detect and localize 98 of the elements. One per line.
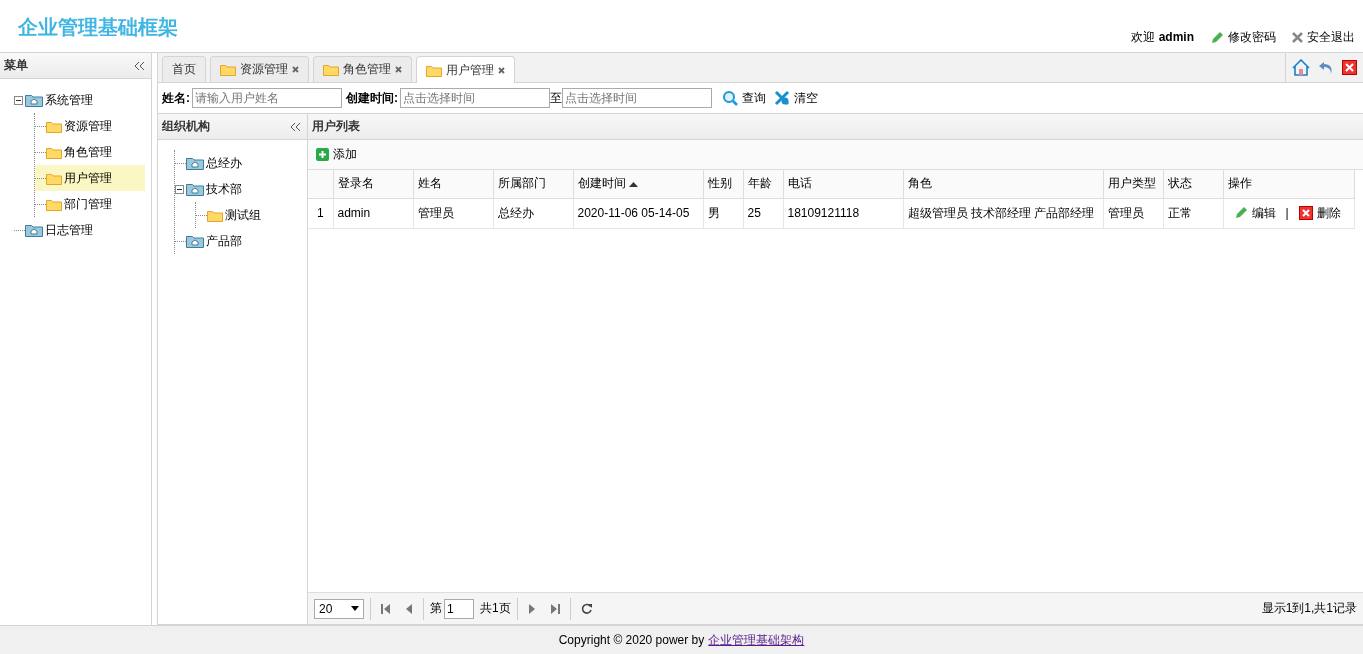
- column-header[interactable]: 姓名: [413, 170, 493, 198]
- name-label: 姓名:: [162, 89, 190, 107]
- clear-button[interactable]: 清空: [770, 89, 822, 107]
- start-time-input[interactable]: 点击选择时间: [400, 88, 550, 108]
- table-cell: 男: [703, 198, 743, 228]
- column-header[interactable]: 操作: [1223, 170, 1354, 198]
- tree-node[interactable]: 资源管理: [35, 113, 145, 139]
- column-header[interactable]: 所属部门: [493, 170, 573, 198]
- node-label[interactable]: 系统管理: [45, 91, 93, 109]
- folder-icon: [25, 93, 43, 107]
- welcome-text: 欢迎 admin: [1131, 29, 1194, 46]
- node-label[interactable]: 产品部: [206, 232, 242, 250]
- home-icon[interactable]: [1292, 59, 1310, 76]
- collapse-icon[interactable]: [290, 121, 301, 132]
- table-cell: 总经办: [493, 198, 573, 228]
- table-cell: 管理员: [413, 198, 493, 228]
- node-label[interactable]: 测试组: [225, 206, 261, 224]
- table-cell: 18109121118: [783, 198, 903, 228]
- collapse-toggle[interactable]: [14, 95, 23, 105]
- page-prefix: 第: [430, 600, 442, 617]
- add-button[interactable]: 添加: [316, 146, 357, 163]
- search-button[interactable]: 查询: [718, 89, 770, 107]
- table-cell: 2020-11-06 05-14-05: [573, 198, 703, 228]
- column-header[interactable]: 性别: [703, 170, 743, 198]
- node-label[interactable]: 用户管理: [64, 169, 112, 187]
- tree-node[interactable]: 部门管理: [35, 191, 145, 217]
- folder-icon: [46, 171, 62, 185]
- column-header[interactable]: 创建时间: [573, 170, 703, 198]
- plus-icon: [316, 148, 329, 161]
- node-label[interactable]: 资源管理: [64, 117, 112, 135]
- node-label[interactable]: 日志管理: [45, 221, 93, 239]
- table-cell: 25: [743, 198, 783, 228]
- column-header[interactable]: 登录名: [333, 170, 413, 198]
- close-icon[interactable]: [498, 66, 505, 74]
- folder-icon: [46, 119, 62, 133]
- close-icon[interactable]: [292, 66, 299, 73]
- folder-icon: [186, 182, 204, 196]
- table-cell: admin: [333, 198, 413, 228]
- copyright-text: Copyright © 2020 power by: [558, 633, 705, 647]
- folder-icon: [426, 63, 442, 77]
- record-summary: 显示1到1,共1记录: [1261, 600, 1357, 617]
- pencil-icon: [1210, 30, 1224, 45]
- table-cell: 正常: [1163, 198, 1223, 228]
- column-header[interactable]: 用户类型: [1103, 170, 1163, 198]
- folder-icon: [207, 208, 223, 222]
- node-label[interactable]: 技术部: [206, 180, 242, 198]
- collapse-icon[interactable]: [134, 60, 145, 71]
- column-header[interactable]: 电话: [783, 170, 903, 198]
- row-number: 1: [308, 198, 333, 228]
- close-icon[interactable]: [1342, 60, 1357, 75]
- tab[interactable]: 首页: [162, 56, 206, 82]
- name-input[interactable]: 请输入用户姓名: [192, 88, 342, 108]
- clear-icon: [774, 90, 790, 106]
- tab[interactable]: 用户管理: [416, 56, 515, 83]
- caret-icon: [351, 606, 359, 611]
- page-size-select[interactable]: 20: [314, 598, 364, 619]
- tab[interactable]: 角色管理: [313, 56, 412, 82]
- node-label[interactable]: 部门管理: [64, 195, 112, 213]
- column-header[interactable]: 状态: [1163, 170, 1223, 198]
- panel-title: 菜单: [4, 57, 28, 74]
- node-label[interactable]: 角色管理: [64, 143, 112, 161]
- node-label[interactable]: 总经办: [206, 154, 242, 172]
- column-header[interactable]: 角色: [903, 170, 1103, 198]
- app-title: 企业管理基础框架: [18, 15, 178, 40]
- collapse-toggle[interactable]: [175, 184, 184, 194]
- tree-node[interactable]: 角色管理: [35, 139, 145, 165]
- footer-link[interactable]: 企业管理基础架构: [708, 631, 805, 649]
- folder-icon: [220, 63, 236, 76]
- close-icon[interactable]: [395, 66, 402, 73]
- change-password-link[interactable]: 修改密码: [1210, 29, 1276, 46]
- folder-icon: [25, 223, 43, 237]
- column-header[interactable]: 年龄: [743, 170, 783, 198]
- pencil-icon: [1233, 206, 1248, 220]
- end-time-input[interactable]: 点击选择时间: [562, 88, 712, 108]
- tab[interactable]: 资源管理: [210, 56, 309, 82]
- table-cell: 超级管理员 技术部经理 产品部经理: [903, 198, 1103, 228]
- search-icon: [722, 90, 738, 106]
- page-count: 共1页: [480, 600, 511, 617]
- tree-node[interactable]: 系统管理: [14, 87, 145, 113]
- action-separator: |: [1285, 206, 1289, 220]
- delete-icon: [1298, 206, 1313, 220]
- folder-icon: [186, 156, 204, 170]
- folder-icon: [46, 197, 62, 211]
- range-separator: 至: [550, 89, 562, 107]
- delete-button[interactable]: 删除: [1298, 204, 1341, 222]
- folder-icon: [323, 63, 339, 76]
- panel-title: 用户列表: [312, 118, 360, 135]
- edit-button[interactable]: 编辑: [1233, 204, 1276, 222]
- time-label: 创建时间:: [346, 89, 398, 107]
- tree-node[interactable]: 日志管理: [14, 217, 145, 243]
- page-input[interactable]: 1: [444, 598, 474, 619]
- tree-node[interactable]: 用户管理: [35, 165, 145, 191]
- table-cell: 管理员: [1103, 198, 1163, 228]
- logout-link[interactable]: 安全退出: [1292, 29, 1355, 46]
- panel-title: 组织机构: [162, 118, 210, 135]
- folder-icon: [186, 234, 204, 248]
- folder-icon: [46, 145, 62, 159]
- close-icon: [1292, 32, 1303, 43]
